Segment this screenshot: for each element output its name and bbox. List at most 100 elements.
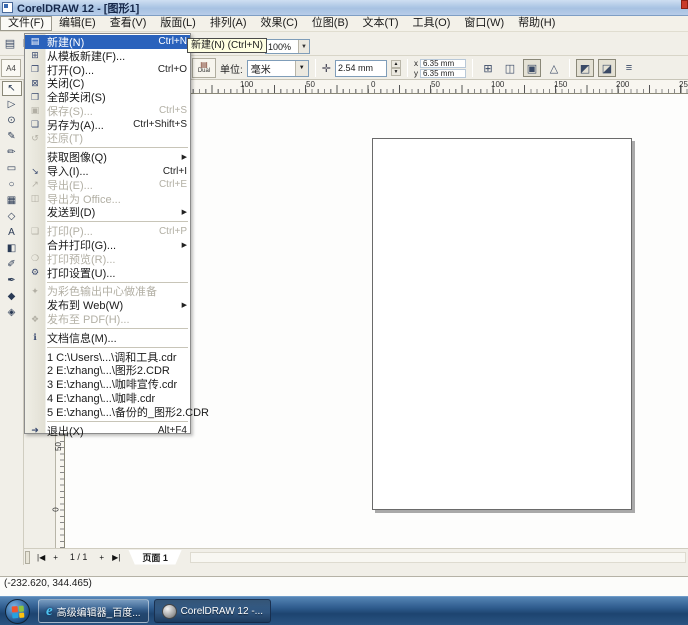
menu-tools[interactable]: 工具(O)	[406, 16, 458, 31]
print-setup-icon: ⚙	[25, 267, 45, 278]
menu-item-publish-to-pdf: ❖ 发布至 PDF(H)...	[25, 312, 190, 326]
duplicate-x-field[interactable]: 6.35 mm	[420, 59, 466, 68]
menu-help[interactable]: 帮助(H)	[511, 16, 562, 31]
paper-size-a4-button[interactable]: A4	[1, 59, 21, 77]
menu-window[interactable]: 窗口(W)	[457, 16, 511, 31]
last-page-button[interactable]: ▶|	[108, 553, 124, 562]
menu-file[interactable]: 文件(F)	[0, 16, 52, 31]
document-page[interactable]	[372, 138, 632, 510]
chevron-down-icon[interactable]: ▼	[298, 40, 309, 53]
interactive-blend-tool[interactable]: ◧	[2, 241, 22, 256]
spin-up-icon[interactable]: ▲	[391, 60, 401, 68]
duplicate-y-field[interactable]: 6.35 mm	[420, 69, 466, 78]
menu-item-print-setup[interactable]: ⚙ 打印设置(U)...	[25, 266, 190, 280]
menu-item-label: 发布至 PDF(H)...	[45, 311, 187, 327]
open-folder-icon: ❐	[25, 64, 45, 75]
options-button[interactable]: ≡	[620, 59, 638, 77]
add-page-after-button[interactable]: +	[95, 553, 108, 562]
snap-to-grid-button[interactable]: ⊞	[479, 59, 497, 77]
menu-separator	[47, 347, 188, 348]
menu-text[interactable]: 文本(T)	[355, 16, 405, 31]
treat-as-filled-button[interactable]: ◩	[576, 59, 594, 77]
menu-item-label: 文档信息(M)...	[45, 330, 187, 346]
app-icon	[2, 2, 13, 13]
horizontal-scrollbar[interactable]	[190, 552, 686, 563]
close-icon[interactable]	[681, 0, 688, 9]
spin-down-icon[interactable]: ▼	[391, 68, 401, 76]
dual-pages-label: Dual	[198, 68, 210, 74]
menu-item-shortcut: Alt+F4	[150, 425, 187, 436]
fill-tool[interactable]: ◆	[2, 289, 22, 304]
title-bar: CorelDRAW 12 - [图形1]	[0, 0, 688, 16]
file-menu: ▤ 新建(N) Ctrl+N ⊞ 从模板新建(F)... ❐ 打开(O)... …	[24, 33, 191, 434]
outline-tool[interactable]: ✒	[2, 273, 22, 288]
shape-tool[interactable]: ▷	[2, 97, 22, 112]
menu-item-recent-file-5[interactable]: 5 E:\zhang\...\备份的_图形2.CDR	[25, 405, 190, 419]
taskbar-button-label: CorelDRAW 12 -...	[181, 606, 263, 617]
new-document-icon[interactable]: ▤	[1, 34, 19, 52]
menu-item-send-to[interactable]: 发送到(D) ▶	[25, 206, 190, 220]
taskbar-coreldraw-button[interactable]: CorelDRAW 12 -...	[154, 599, 271, 623]
units-value: 毫米	[248, 61, 295, 76]
menu-bitmaps[interactable]: 位图(B)	[305, 16, 356, 31]
menu-item-shortcut: Ctrl+O	[150, 64, 187, 75]
interactive-fill-tool[interactable]: ◈	[2, 305, 22, 320]
menu-effects[interactable]: 效果(C)	[254, 16, 305, 31]
menu-separator	[47, 147, 188, 148]
units-dropdown[interactable]: 毫米 ▼	[247, 60, 309, 77]
nudge-offset-field[interactable]: 2.54 mm	[335, 60, 387, 77]
duplicate-x-label: x	[414, 59, 418, 68]
window-title: CorelDRAW 12 - [图形1]	[17, 0, 139, 16]
menu-layout[interactable]: 版面(L)	[153, 16, 202, 31]
toolbar-separator	[407, 59, 408, 77]
ellipse-tool[interactable]: ○	[2, 177, 22, 192]
duplicate-y-label: y	[414, 69, 418, 78]
page-tab[interactable]: 页面 1	[128, 550, 182, 565]
menu-item-label: 还原(T)	[45, 130, 187, 146]
graph-paper-tool[interactable]: ▦	[2, 193, 22, 208]
first-page-button[interactable]: |◀	[33, 553, 49, 562]
chevron-down-icon[interactable]: ▼	[295, 61, 308, 76]
nudge-offset-stepper[interactable]: ▲ ▼	[391, 60, 401, 76]
new-document-icon: ▤	[25, 36, 45, 47]
menu-separator	[47, 328, 188, 329]
menu-item-document-info[interactable]: ℹ 文档信息(M)...	[25, 331, 190, 345]
eyedropper-tool[interactable]: ✐	[2, 257, 22, 272]
taskbar-ie-button[interactable]: e 高级编辑器_百度...	[38, 599, 149, 623]
freehand-tool[interactable]: ✎	[2, 129, 22, 144]
snap-to-guidelines-button[interactable]: ◫	[501, 59, 519, 77]
menu-item-exit[interactable]: ➜ 退出(X) Alt+F4	[25, 424, 190, 438]
menu-item-label: 退出(X)	[45, 423, 150, 439]
submenu-arrow-icon: ▶	[178, 153, 187, 161]
zoom-tool[interactable]: ⊙	[2, 113, 22, 128]
pick-tool[interactable]: ↖	[2, 81, 22, 96]
menu-bar: 文件(F) 编辑(E) 查看(V) 版面(L) 排列(A) 效果(C) 位图(B…	[0, 16, 688, 32]
text-tool[interactable]: A	[2, 225, 22, 240]
dynamic-guides-button[interactable]: △	[545, 59, 563, 77]
menu-edit[interactable]: 编辑(E)	[52, 16, 103, 31]
template-icon: ⊞	[25, 50, 45, 61]
menu-view[interactable]: 查看(V)	[103, 16, 154, 31]
splitter-handle[interactable]	[25, 551, 30, 564]
marquee-select-button[interactable]: ◪	[598, 59, 616, 77]
ruler-label: 0	[371, 80, 375, 89]
toolbar-separator	[569, 59, 570, 77]
submenu-arrow-icon: ▶	[178, 241, 187, 249]
rectangle-tool[interactable]: ▭	[2, 161, 22, 176]
zoom-level-value: 100%	[266, 42, 298, 52]
menu-arrange[interactable]: 排列(A)	[203, 16, 254, 31]
windows-logo-icon	[12, 605, 25, 618]
revert-icon: ↺	[25, 133, 45, 144]
menu-item-shortcut: Ctrl+E	[151, 179, 187, 190]
units-label: 单位:	[220, 61, 243, 76]
ruler-label: 150	[554, 80, 567, 89]
snap-to-objects-button[interactable]: ▣	[523, 59, 541, 77]
dual-pages-button[interactable]: ▤ Dual	[192, 58, 216, 78]
perfect-shapes-tool[interactable]: ◇	[2, 209, 22, 224]
add-page-before-button[interactable]: +	[49, 553, 62, 562]
menu-item-shortcut: Ctrl+Shift+S	[125, 119, 187, 130]
print-preview-icon: ❍	[25, 253, 45, 264]
zoom-level-dropdown[interactable]: 100% ▼	[265, 39, 310, 54]
start-button[interactable]	[5, 599, 30, 624]
smart-drawing-tool[interactable]: ✏	[2, 145, 22, 160]
